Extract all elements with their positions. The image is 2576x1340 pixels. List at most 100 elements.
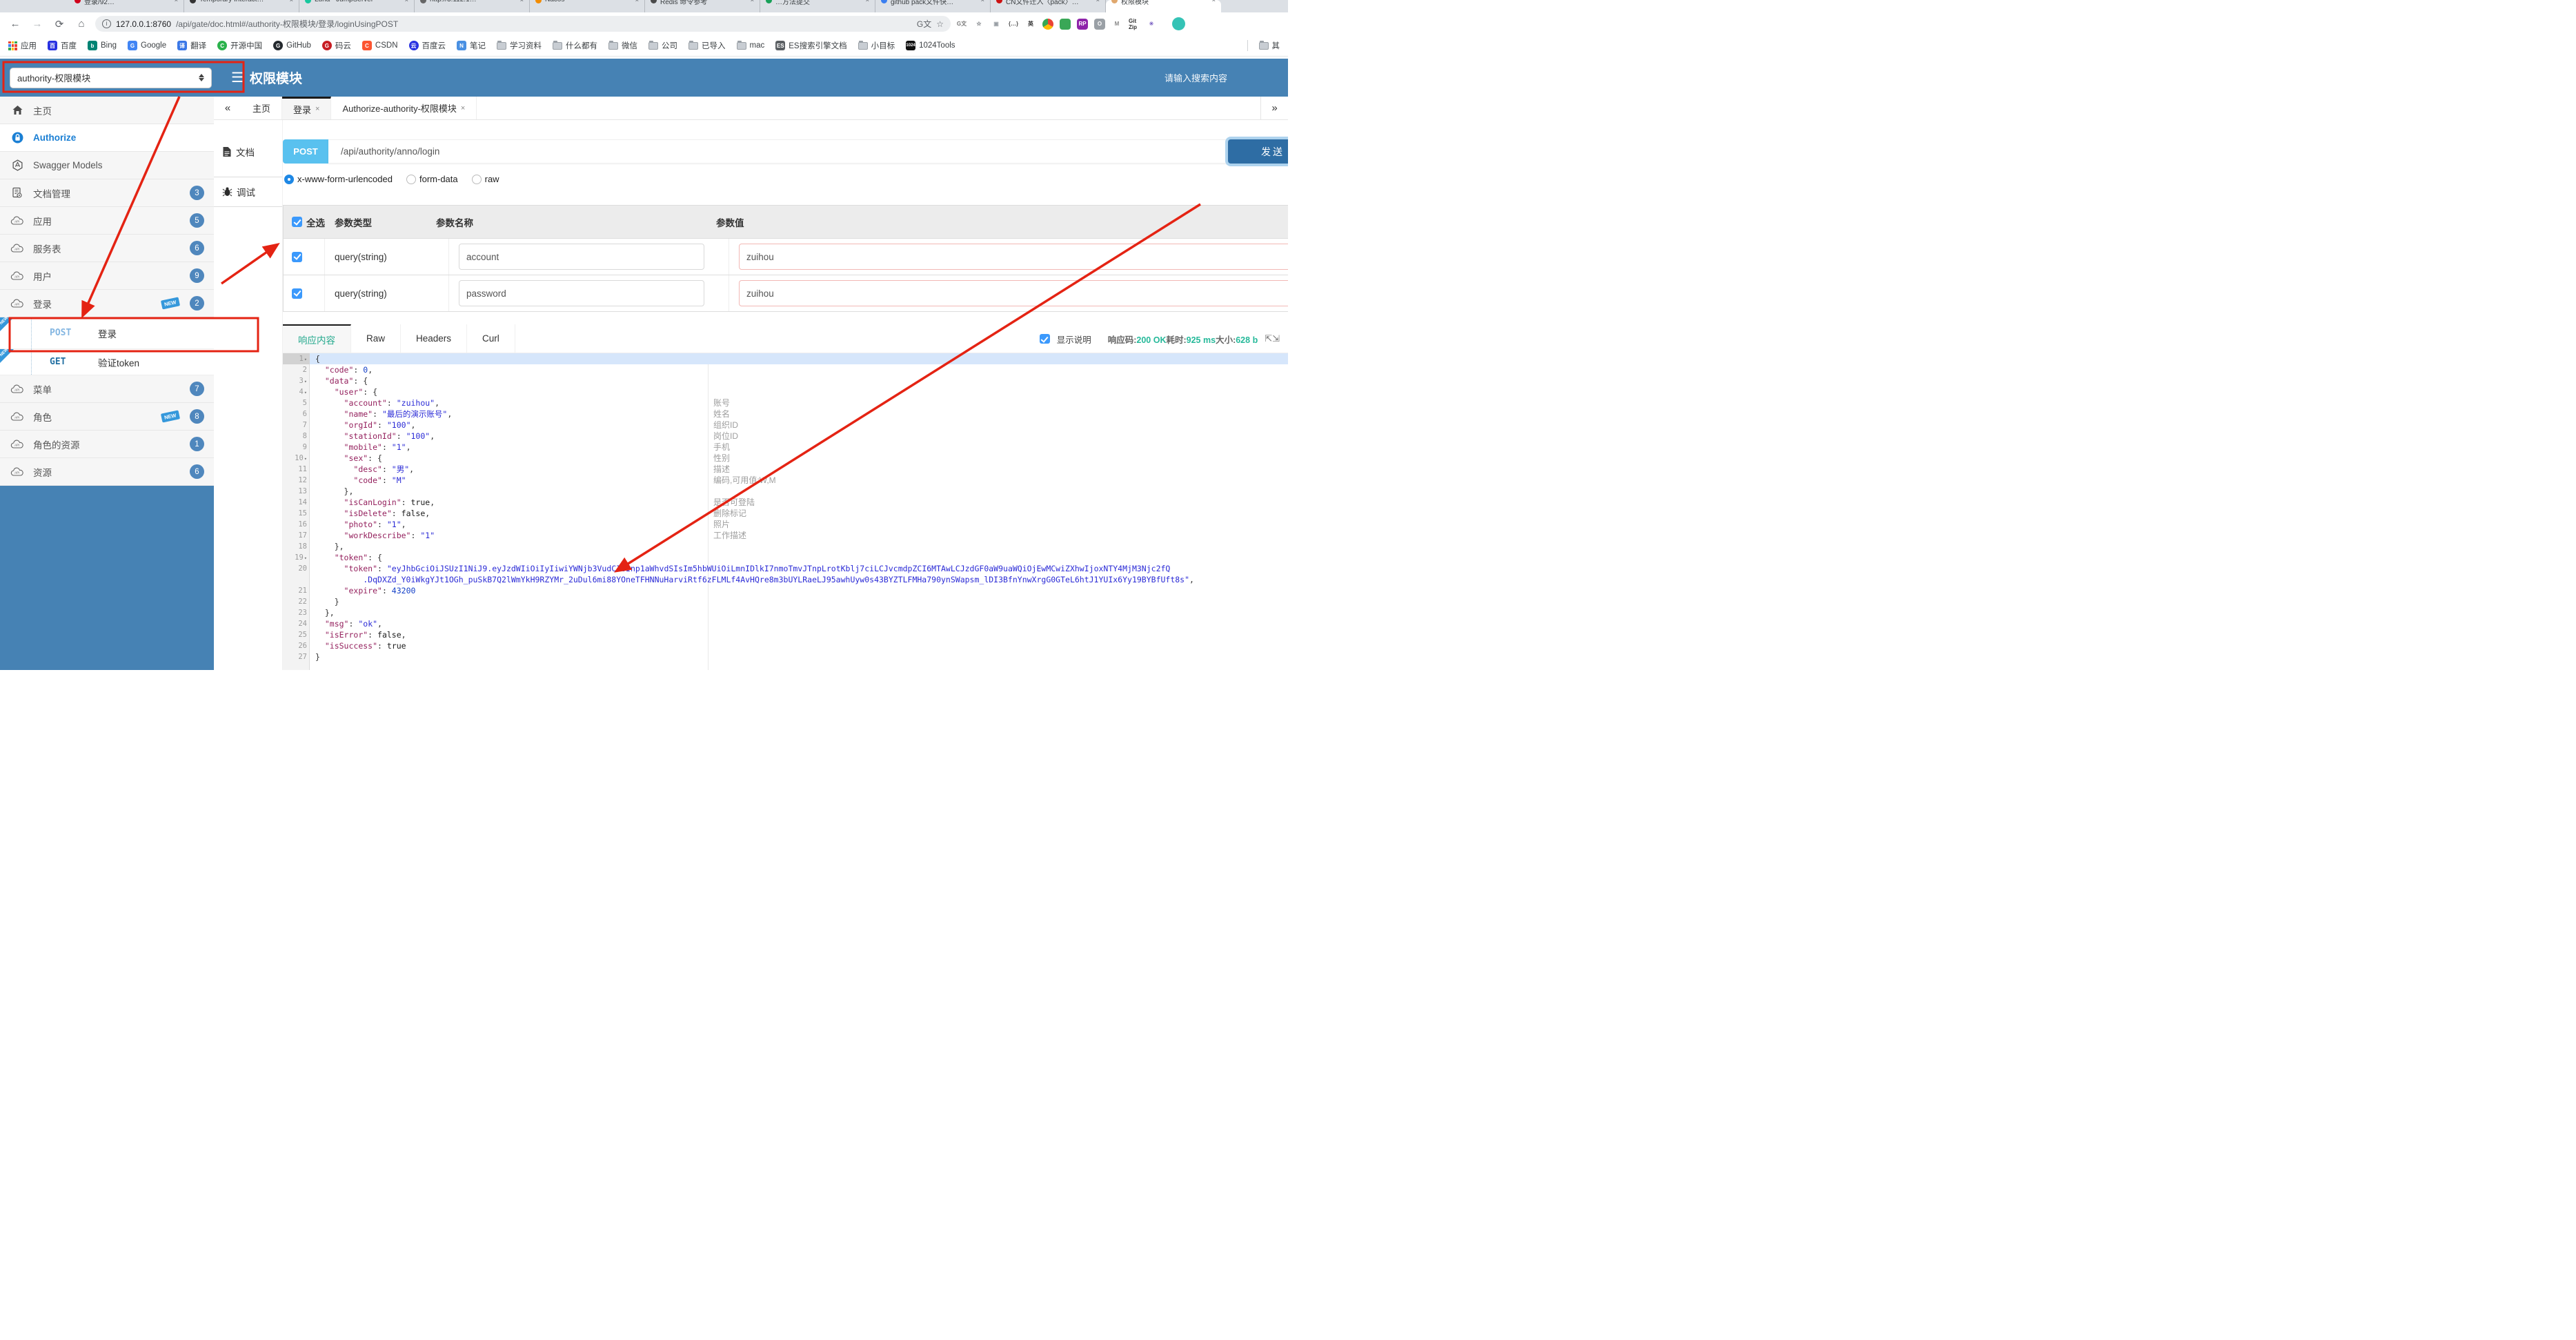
tabs-overflow-icon[interactable]: »: [1260, 97, 1288, 119]
tab-close-icon[interactable]: ×: [866, 0, 869, 3]
ext-asterisk-icon[interactable]: ✳: [1146, 19, 1157, 30]
browser-tab[interactable]: Temporary Interact… ×: [184, 0, 299, 12]
tab-close-icon[interactable]: ×: [635, 0, 639, 3]
browser-tab[interactable]: http://3.112.1… ×: [415, 0, 530, 12]
checkbox-icon[interactable]: [292, 288, 302, 299]
profile-avatar[interactable]: [1172, 17, 1185, 30]
response-json-editor[interactable]: 1▾{2 "code": 0, 3▾ "data": {4▾ "user": {5…: [283, 353, 1288, 670]
tab-close-icon[interactable]: ×: [1096, 0, 1100, 3]
bookmark-item[interactable]: ES ES搜索引擎文档: [775, 40, 847, 51]
browser-tab[interactable]: …方法提交 ×: [760, 0, 875, 12]
expand-icon[interactable]: ⇱⇲: [1265, 333, 1280, 344]
bookmark-item[interactable]: 已导入: [688, 40, 726, 51]
bookmark-star-icon[interactable]: ☆: [936, 19, 944, 29]
response-tab-Headers[interactable]: Headers: [401, 324, 468, 353]
sidebar-item-Swagger Models[interactable]: Swagger Models: [0, 152, 214, 179]
bookmark-item[interactable]: mac: [736, 40, 764, 50]
bookmark-item[interactable]: 云百度云: [408, 40, 446, 51]
translate-icon[interactable]: G文: [917, 18, 931, 30]
bookmark-item[interactable]: N 笔记: [457, 40, 486, 51]
browser-tab[interactable]: CN文件迁入〈pack〉… ×: [991, 0, 1106, 12]
search-input[interactable]: 请输入搜索内容: [1165, 71, 1227, 84]
subnav-调试[interactable]: 调试: [214, 177, 282, 207]
sidebar-item-登录[interactable]: API 登录 NEW 2: [0, 290, 214, 317]
ext-en-icon[interactable]: 英: [1025, 19, 1036, 30]
request-url[interactable]: /api/authority/anno/login: [328, 139, 1228, 164]
sidebar-op-post-登录[interactable]: NEW POST 登录: [0, 316, 214, 349]
sidebar-item-文档管理[interactable]: 文档管理 3: [0, 179, 214, 207]
sidebar-item-主页[interactable]: 主页: [0, 97, 214, 124]
bookmark-item[interactable]: 1024 1024Tools: [906, 41, 955, 50]
tab-close-icon[interactable]: ×: [405, 0, 408, 3]
param-value-input[interactable]: [739, 280, 1288, 306]
bookmark-item[interactable]: 译翻译: [177, 40, 206, 51]
ext-rp-icon[interactable]: RP: [1077, 18, 1088, 30]
bookmark-item[interactable]: G GitHub: [273, 41, 311, 50]
sidebar-item-应用[interactable]: API 应用 5: [0, 207, 214, 235]
sidebar-item-用户[interactable]: API 用户 9: [0, 262, 214, 290]
bookmark-item[interactable]: G Google: [128, 41, 166, 50]
sidebar-item-菜单[interactable]: API 菜单 7: [0, 375, 214, 403]
browser-tab[interactable]: Luna - JumpServer ×: [299, 0, 415, 12]
sidebar-item-角色的资源[interactable]: API 角色的资源 1: [0, 431, 214, 458]
tab-close-icon[interactable]: ×: [1212, 0, 1216, 3]
browser-tab[interactable]: 登录/92… ×: [69, 0, 184, 12]
browser-tab[interactable]: github pack文件快… ×: [875, 0, 991, 12]
sidebar-item-服务表[interactable]: API 服务表 6: [0, 235, 214, 262]
tab-close-icon[interactable]: ×: [520, 0, 524, 3]
bookmark-item[interactable]: C CSDN: [361, 41, 398, 50]
tab-close-icon[interactable]: ×: [981, 0, 984, 3]
param-name-input[interactable]: [459, 244, 704, 270]
checkbox-icon[interactable]: [292, 251, 302, 262]
address-bar[interactable]: i 127.0.0.1:8760/api/gate/doc.html#/auth…: [95, 16, 951, 32]
response-tab-Raw[interactable]: Raw: [351, 324, 402, 353]
param-value-input[interactable]: [739, 244, 1288, 270]
checkbox-icon[interactable]: [292, 217, 302, 227]
send-button[interactable]: 发送: [1228, 139, 1288, 164]
tab-close-icon[interactable]: ×: [315, 105, 319, 113]
bookmark-item[interactable]: 应用: [8, 40, 37, 51]
subnav-文档[interactable]: 文档: [214, 137, 282, 167]
doc-tab-Authorize-authority-权限模块[interactable]: Authorize-authority-权限模块 ×: [331, 97, 477, 119]
sidebar-item-资源[interactable]: API 资源 6: [0, 458, 214, 486]
bookmark-item[interactable]: b Bing: [88, 41, 117, 50]
ext-generic-icon[interactable]: ▣: [991, 19, 1002, 30]
reload-icon[interactable]: ⟳: [51, 18, 68, 30]
module-select[interactable]: authority-权限模块: [10, 67, 212, 88]
response-tab-Curl[interactable]: Curl: [467, 324, 515, 353]
bookmark-item[interactable]: 小目标: [858, 40, 895, 51]
site-info-icon[interactable]: i: [102, 19, 111, 28]
browser-tab[interactable]: 权限模块 ×: [1106, 0, 1221, 12]
bookmark-item[interactable]: 公司: [648, 40, 677, 51]
bookmark-item[interactable]: 什么都有: [553, 40, 597, 51]
bookmark-item[interactable]: 其: [1258, 40, 1280, 51]
bookmark-item[interactable]: 百百度: [48, 40, 77, 51]
content-type-x-www-form-urlencoded[interactable]: x-www-form-urlencoded: [284, 174, 393, 184]
home-icon[interactable]: ⌂: [73, 18, 90, 30]
doc-tab-主页[interactable]: 主页: [241, 97, 283, 119]
bookmark-item[interactable]: 学习资料: [497, 40, 542, 51]
ext-json-icon[interactable]: {…}: [1008, 19, 1019, 30]
translate-icon[interactable]: G文: [956, 19, 967, 30]
ext-o-icon[interactable]: O: [1094, 18, 1105, 30]
tabs-collapse-icon[interactable]: «: [214, 97, 241, 119]
tab-close-icon[interactable]: ×: [461, 104, 465, 112]
sidebar-item-Authorize[interactable]: Authorize: [0, 124, 214, 152]
ext-m-icon[interactable]: M: [1111, 19, 1122, 30]
bookmark-item[interactable]: 微信: [608, 40, 637, 51]
select-all[interactable]: 全选: [284, 215, 325, 229]
sidebar-item-角色[interactable]: API 角色 NEW 8: [0, 403, 214, 431]
browser-tab[interactable]: Nacos ×: [530, 0, 645, 12]
forward-icon[interactable]: →: [29, 18, 46, 30]
gitzip-icon[interactable]: Git Zip: [1129, 18, 1140, 30]
doc-tab-登录[interactable]: 登录 ×: [282, 97, 332, 119]
param-name-input[interactable]: [459, 280, 704, 306]
response-tab-响应内容[interactable]: 响应内容: [283, 324, 351, 353]
show-desc-checkbox[interactable]: [1039, 334, 1050, 344]
sidebar-op-get-验证token[interactable]: NEW GET 验证token: [0, 348, 214, 375]
bookmark-item[interactable]: G 码云: [321, 40, 351, 51]
tab-close-icon[interactable]: ×: [290, 0, 293, 3]
star-icon[interactable]: ☆: [973, 19, 984, 30]
content-type-form-data[interactable]: form-data: [406, 174, 458, 184]
bookmark-item[interactable]: C 开源中国: [217, 40, 262, 51]
